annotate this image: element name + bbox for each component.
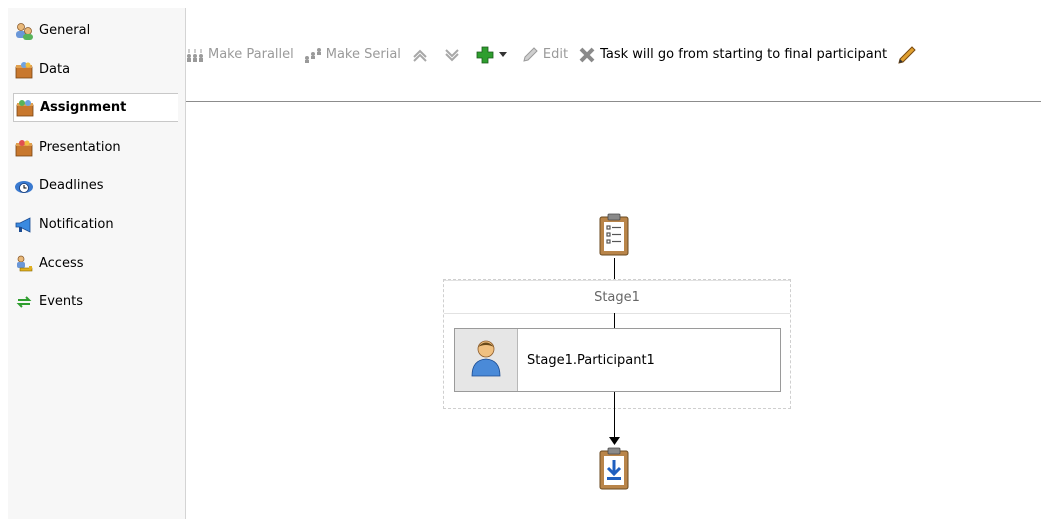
sidebar-item-general[interactable]: General: [13, 16, 178, 45]
key-person-icon: [13, 254, 35, 274]
sidebar-item-label: Presentation: [39, 140, 121, 155]
arrowhead-icon: [609, 437, 620, 445]
participant-label: Stage1.Participant1: [527, 352, 655, 368]
move-down-button[interactable]: [443, 48, 465, 62]
clipboard-download-icon: [597, 447, 631, 496]
sidebar-item-label: Assignment: [40, 100, 127, 115]
pencil-icon: [521, 46, 539, 64]
connector-line: [614, 258, 615, 280]
add-dropdown-button[interactable]: [475, 46, 511, 64]
close-x-icon: [578, 46, 596, 64]
serial-icon: [304, 47, 322, 63]
sidebar-item-label: Data: [39, 62, 71, 77]
routing-delete-button[interactable]: Task will go from starting to final part…: [578, 46, 887, 64]
make-parallel-label: Make Parallel: [208, 47, 294, 62]
sidebar-item-presentation[interactable]: Presentation: [13, 133, 178, 162]
end-node[interactable]: [597, 446, 631, 492]
avatar: [455, 329, 518, 391]
sidebar-item-access[interactable]: Access: [13, 249, 178, 278]
sidebar-item-data[interactable]: Data: [13, 55, 178, 84]
make-serial-button[interactable]: Make Serial: [304, 47, 401, 63]
sidebar-item-label: Notification: [39, 217, 114, 232]
make-parallel-button[interactable]: Make Parallel: [186, 47, 294, 63]
sidebar-item-label: Events: [39, 294, 84, 309]
plus-icon: [475, 46, 495, 64]
double-chevron-up-icon: [411, 48, 429, 62]
data-box-icon: [13, 60, 35, 80]
user-icon: [470, 338, 502, 382]
double-chevron-down-icon: [443, 48, 461, 62]
assignment-box-icon: [14, 98, 36, 118]
arrows-cycle-icon: [13, 292, 35, 312]
toolbar: Make Parallel Make Serial Edit Task will…: [186, 8, 1041, 102]
people-icon: [13, 21, 35, 41]
sidebar-item-assignment[interactable]: Assignment: [13, 93, 178, 122]
clock-eye-icon: [13, 176, 35, 196]
parallel-icon: [186, 47, 204, 63]
edit-routing-button[interactable]: [897, 45, 921, 65]
presentation-box-icon: [13, 138, 35, 158]
pencil-icon: [897, 45, 917, 65]
sidebar-item-label: Access: [39, 256, 84, 271]
connector-line: [614, 313, 615, 329]
sidebar-item-label: General: [39, 23, 91, 38]
connector-line: [614, 392, 615, 442]
edit-label: Edit: [542, 47, 569, 62]
routing-description: Task will go from starting to final part…: [600, 47, 888, 62]
make-serial-label: Make Serial: [325, 47, 401, 62]
stage-title: Stage1: [444, 280, 790, 314]
sidebar-item-notification[interactable]: Notification: [13, 210, 178, 239]
start-node[interactable]: [597, 212, 631, 258]
sidebar-item-events[interactable]: Events: [13, 287, 178, 316]
megaphone-icon: [13, 215, 35, 235]
sidebar-item-label: Deadlines: [39, 178, 104, 193]
participant-box[interactable]: Stage1.Participant1: [454, 328, 781, 392]
caret-down-icon: [498, 51, 507, 58]
move-up-button[interactable]: [411, 48, 433, 62]
edit-button[interactable]: Edit: [521, 46, 568, 64]
sidebar-item-deadlines[interactable]: Deadlines: [13, 171, 178, 200]
